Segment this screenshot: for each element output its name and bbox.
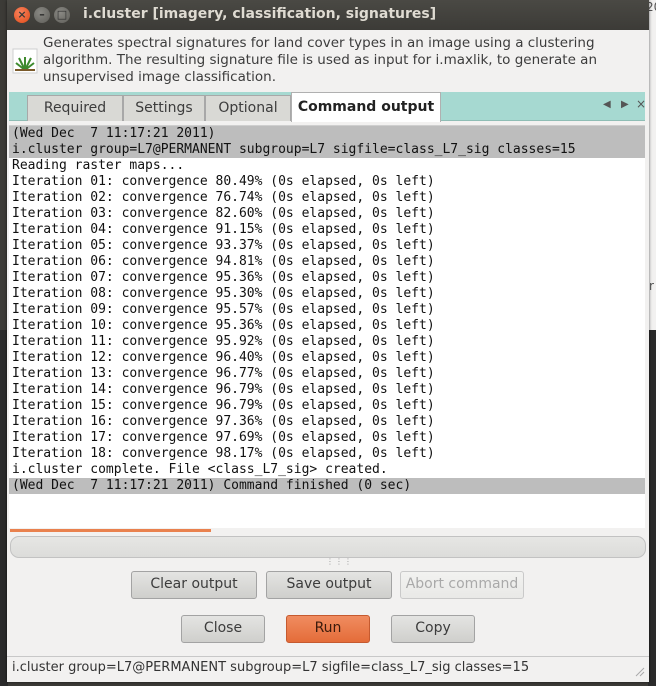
output-line: Iteration 11: convergence 95.92% (0s ela… <box>12 334 435 349</box>
tab-scroll-right-icon[interactable]: ▶ <box>621 99 629 110</box>
grass-module-icon <box>12 48 38 74</box>
progress-bar <box>10 536 646 558</box>
window-minimize-button[interactable]: – <box>34 7 50 23</box>
title-bar[interactable]: × – □ i.cluster [imagery, classification… <box>7 0 649 30</box>
output-line: Iteration 09: convergence 95.57% (0s ela… <box>12 302 435 317</box>
output-line: Iteration 15: convergence 96.79% (0s ela… <box>12 398 435 413</box>
tab-strip: Required Settings Optional Command outpu… <box>9 92 646 122</box>
progress-accent-line <box>10 529 211 532</box>
output-line: Iteration 18: convergence 98.17% (0s ela… <box>12 446 435 461</box>
abort-command-button[interactable]: Abort command <box>400 571 524 599</box>
output-line: Iteration 12: convergence 96.40% (0s ela… <box>12 350 435 365</box>
progress-area: ⋮⋮⋮ <box>10 527 646 566</box>
output-line: Iteration 03: convergence 82.60% (0s ela… <box>12 206 435 221</box>
command-output-text[interactable]: (Wed Dec 7 11:17:21 2011) i.cluster group… <box>9 125 645 528</box>
output-line: Iteration 07: convergence 95.36% (0s ela… <box>12 270 435 285</box>
output-line: Iteration 14: convergence 96.79% (0s ela… <box>12 382 435 397</box>
module-notebook: Required Settings Optional Command outpu… <box>9 92 646 528</box>
output-line: Iteration 01: convergence 80.49% (0s ela… <box>12 174 435 189</box>
output-line: i.cluster group=L7@PERMANENT subgroup=L7… <box>9 142 645 158</box>
close-button[interactable]: Close <box>181 615 265 643</box>
output-line: Iteration 06: convergence 94.81% (0s ela… <box>12 254 435 269</box>
desktop-background-right <box>648 0 656 686</box>
output-line: (Wed Dec 7 11:17:21 2011) Command finish… <box>9 478 645 494</box>
clear-output-button[interactable]: Clear output <box>131 571 257 599</box>
tab-settings[interactable]: Settings <box>123 95 205 121</box>
status-bar: i.cluster group=L7@PERMANENT subgroup=L7… <box>7 656 649 681</box>
background-fragment-mid: r <box>649 279 654 293</box>
output-line: Iteration 05: convergence 93.37% (0s ela… <box>12 238 435 253</box>
copy-button[interactable]: Copy <box>391 615 475 643</box>
tab-optional[interactable]: Optional <box>205 95 291 121</box>
tab-command-output[interactable]: Command output <box>291 92 441 122</box>
output-line: Iteration 17: convergence 97.69% (0s ela… <box>12 430 435 445</box>
output-line: Iteration 13: convergence 96.77% (0s ela… <box>12 366 435 381</box>
tab-required[interactable]: Required <box>27 95 123 121</box>
status-command-text: i.cluster group=L7@PERMANENT subgroup=L7… <box>12 660 530 675</box>
window-close-button[interactable]: × <box>14 7 30 23</box>
pane-resize-grip[interactable]: ⋮⋮⋮ <box>326 557 353 566</box>
module-description: Generates spectral signatures for land c… <box>43 35 598 85</box>
tab-scroll-left-icon[interactable]: ◀ <box>603 99 611 110</box>
output-line: Iteration 08: convergence 95.30% (0s ela… <box>12 286 435 301</box>
module-dialog-window: × – □ i.cluster [imagery, classification… <box>7 0 649 682</box>
output-line: Iteration 16: convergence 97.36% (0s ela… <box>12 414 435 429</box>
maximize-icon: □ <box>56 8 68 21</box>
save-output-button[interactable]: Save output <box>266 571 392 599</box>
output-line: Iteration 04: convergence 91.15% (0s ela… <box>12 222 435 237</box>
minimize-icon: – <box>39 8 45 21</box>
tab-close-icon[interactable]: × <box>636 97 646 111</box>
output-line: i.cluster complete. File <class_L7_sig> … <box>12 462 388 477</box>
resize-grip-icon[interactable] <box>635 667 645 677</box>
window-maximize-button[interactable]: □ <box>54 7 70 23</box>
output-line: Iteration 10: convergence 95.36% (0s ela… <box>12 318 435 333</box>
run-button[interactable]: Run <box>286 615 370 643</box>
output-line: Iteration 02: convergence 76.74% (0s ela… <box>12 190 435 205</box>
window-title: i.cluster [imagery, classification, sign… <box>83 6 437 22</box>
output-line: Reading raster maps... <box>12 158 185 173</box>
module-description-row: Generates spectral signatures for land c… <box>7 30 649 90</box>
close-icon: × <box>17 8 27 21</box>
output-line: (Wed Dec 7 11:17:21 2011) <box>9 126 645 142</box>
